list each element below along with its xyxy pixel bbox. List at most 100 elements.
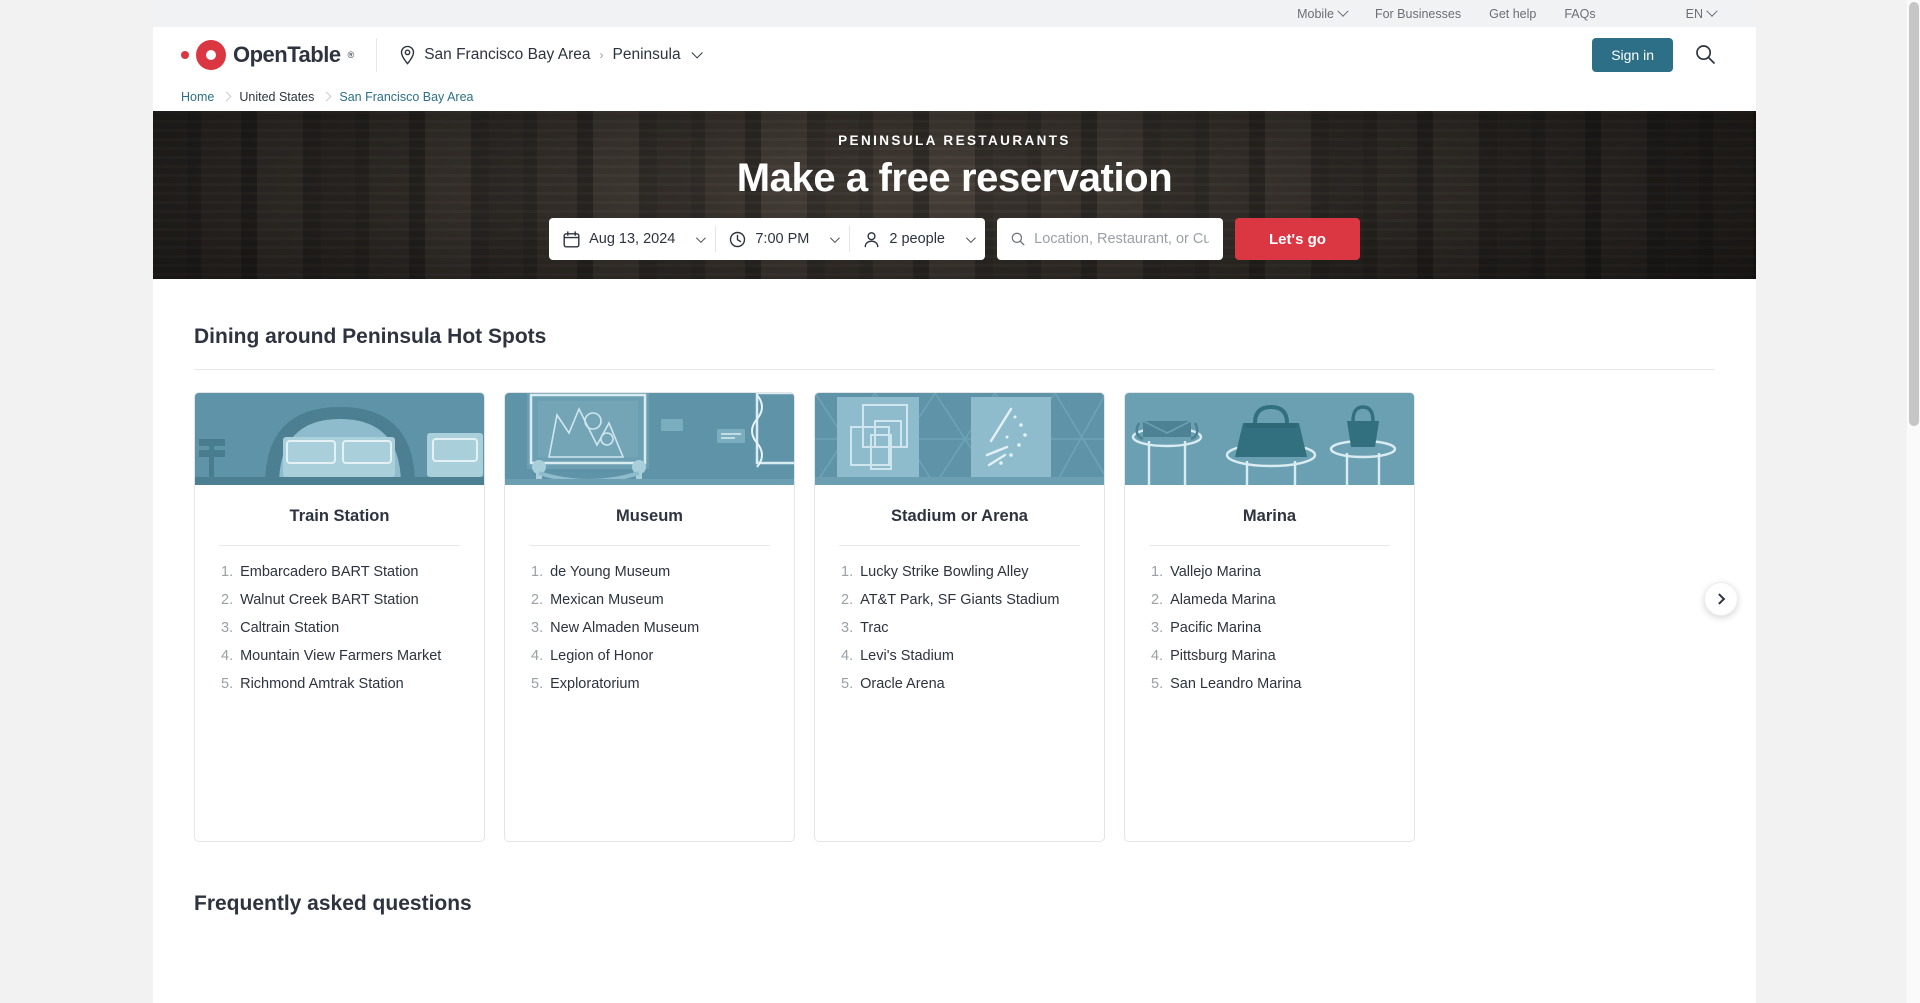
clock-icon [730, 231, 746, 247]
list-item[interactable]: 2. Mexican Museum [531, 592, 772, 608]
list-item-label: New Almaden Museum [550, 620, 700, 636]
calendar-icon [563, 230, 580, 247]
list-item[interactable]: 4. Legion of Honor [531, 648, 772, 664]
search-icon[interactable] [1695, 44, 1716, 65]
utility-item-mobile[interactable]: Mobile [1297, 5, 1349, 21]
list-item-label: Mountain View Farmers Market [240, 648, 442, 664]
museum-illustration-svg [505, 393, 794, 485]
list-item-number: 4. [1151, 648, 1164, 664]
breadcrumb-item-san-francisco-bay-area[interactable]: San Francisco Bay Area [339, 90, 473, 104]
list-item-label: Legion of Honor [550, 648, 654, 664]
time-value: 7:00 PM [755, 231, 810, 247]
utility-item-language[interactable]: EN [1686, 5, 1718, 21]
utility-item-label: Get help [1489, 6, 1537, 21]
list-item[interactable]: 3. New Almaden Museum [531, 620, 772, 636]
list-item[interactable]: 1. Vallejo Marina [1151, 564, 1392, 580]
list-item-number: 3. [841, 620, 854, 636]
list-item-number: 5. [841, 676, 854, 692]
list-item[interactable]: 4. Levi's Stadium [841, 648, 1082, 664]
location-pin-icon [401, 45, 415, 65]
list-item-number: 2. [531, 592, 544, 608]
list-item-number: 3. [531, 620, 544, 636]
list-item[interactable]: 3. Trac [841, 620, 1082, 636]
chevron-down-icon [965, 232, 976, 243]
card-title: Museum [616, 507, 683, 525]
logo-dot-icon [181, 50, 189, 59]
chevron-down-icon [691, 46, 703, 59]
list-item[interactable]: 5. Oracle Arena [841, 676, 1082, 692]
hot-spot-card[interactable]: Museum 1. de Young Museum 2. Mexican Museu… [504, 392, 795, 842]
list-item[interactable]: 1. Embarcadero BART Station [221, 564, 462, 580]
location-subregion: Peninsula [612, 45, 681, 63]
lets-go-button[interactable]: Let's go [1235, 218, 1360, 260]
chevron-down-icon [696, 232, 707, 243]
list-item[interactable]: 3. Caltrain Station [221, 620, 462, 636]
search-input[interactable] [1034, 231, 1209, 247]
hero-banner: PENINSULA RESTAURANTS Make a free reserv… [153, 111, 1756, 279]
list-item-label: Pacific Marina [1170, 620, 1262, 636]
chevron-right-icon [1713, 593, 1726, 605]
chevron-right-icon [221, 91, 232, 102]
brand-name: OpenTable [233, 41, 341, 67]
utility-item-get-help[interactable]: Get help [1489, 7, 1536, 21]
breadcrumb-item-home[interactable]: Home [181, 90, 214, 104]
list-item-number: 3. [1151, 620, 1164, 636]
hot-spots-carousel: Train Station 1. Embarcadero BART Station… [189, 370, 1738, 842]
list-item[interactable]: 4. Mountain View Farmers Market [221, 648, 462, 664]
list-item[interactable]: 1. de Young Museum [531, 564, 772, 580]
hot-spot-card[interactable]: Marina 1. Vallejo Marina 2. Alameda Marina… [1124, 392, 1415, 842]
utility-item-label: For Businesses [1374, 6, 1462, 21]
hot-spot-card[interactable]: Stadium or Arena 1. Lucky Strike Bowling … [814, 392, 1105, 842]
person-icon [864, 231, 879, 247]
hero-title: Make a free reservation [736, 156, 1173, 200]
list-item-number: 3. [221, 620, 234, 636]
scrollbar-thumb[interactable] [1909, 2, 1919, 426]
utility-item-for-businesses[interactable]: For Businesses [1375, 7, 1461, 21]
date-picker[interactable]: Aug 13, 2024 [549, 218, 715, 260]
list-item[interactable]: 2. Walnut Creek BART Station [221, 592, 462, 608]
list-item[interactable]: 2. Alameda Marina [1151, 592, 1392, 608]
list-item[interactable]: 4. Pittsburg Marina [1151, 648, 1392, 664]
card-list: Train Station 1. Embarcadero BART Station… [189, 370, 1720, 842]
utility-item-label: Mobile [1297, 6, 1334, 21]
carousel-next-button[interactable] [1704, 582, 1738, 616]
browser-viewport: Mobile For Businesses Get help FAQs EN O… [153, 0, 1756, 1003]
location-picker[interactable]: San Francisco Bay Area › Peninsula [399, 45, 703, 65]
list-item[interactable]: 1. Lucky Strike Bowling Alley [841, 564, 1082, 580]
list-item-label: de Young Museum [550, 564, 671, 580]
list-item[interactable]: 2. AT&T Park, SF Giants Stadium [841, 592, 1082, 608]
chevron-down-icon [830, 232, 841, 243]
card-title: Train Station [289, 507, 390, 525]
hero-content: PENINSULA RESTAURANTS Make a free reserv… [153, 111, 1756, 279]
list-item-label: Embarcadero BART Station [240, 564, 419, 580]
list-item[interactable]: 5. Richmond Amtrak Station [221, 676, 462, 692]
card-item-list: 1. de Young Museum 2. Mexican Museum 3. New… [505, 546, 794, 692]
museum-illustration [505, 393, 794, 485]
train-station-illustration [195, 393, 484, 485]
logo-ring-icon [196, 39, 226, 70]
opentable-logo[interactable]: OpenTable ® [181, 39, 376, 70]
list-item[interactable]: 5. Exploratorium [531, 676, 772, 692]
hot-spot-card[interactable]: Train Station 1. Embarcadero BART Station… [194, 392, 485, 842]
list-item-number: 4. [531, 648, 544, 664]
page-scrollbar[interactable] [1907, 0, 1920, 1003]
list-item-label: Alameda Marina [1170, 592, 1276, 608]
list-item-label: Walnut Creek BART Station [240, 592, 419, 608]
party-size-picker[interactable]: 2 people [849, 218, 985, 260]
list-item-number: 1. [1151, 564, 1164, 580]
list-item[interactable]: 3. Pacific Marina [1151, 620, 1392, 636]
list-item-label: Richmond Amtrak Station [240, 676, 404, 692]
list-item-label: Exploratorium [550, 676, 640, 692]
card-item-list: 1. Lucky Strike Bowling Alley 2. AT&T Park… [815, 546, 1104, 692]
location-region: San Francisco Bay Area [424, 45, 591, 63]
utility-item-faqs[interactable]: FAQs [1564, 7, 1595, 21]
hero-kicker: PENINSULA RESTAURANTS [838, 133, 1071, 148]
list-item-number: 5. [221, 676, 234, 692]
time-picker[interactable]: 7:00 PM [715, 218, 849, 260]
registered-trademark-icon: ® [347, 49, 355, 60]
chevron-down-icon [1706, 5, 1718, 17]
sign-in-button[interactable]: Sign in [1592, 37, 1673, 72]
list-item[interactable]: 5. San Leandro Marina [1151, 676, 1392, 692]
breadcrumb-item-united-states[interactable]: United States [239, 90, 314, 104]
list-item-label: Caltrain Station [240, 620, 340, 636]
